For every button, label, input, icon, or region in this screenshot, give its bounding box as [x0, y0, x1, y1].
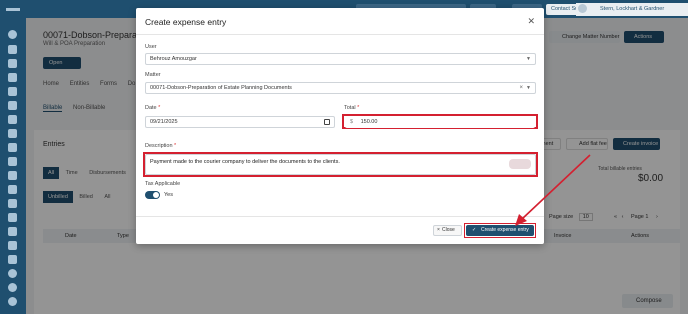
tax-value: Yes	[164, 192, 173, 198]
files-icon[interactable]	[8, 241, 17, 250]
date-label: Date *	[145, 105, 161, 111]
create-expense-entry-button[interactable]: ✓ Create expense entry	[466, 225, 534, 236]
tax-toggle[interactable]	[145, 191, 160, 199]
calendar-icon[interactable]	[324, 119, 330, 125]
chart-icon[interactable]	[8, 255, 17, 264]
total-input[interactable]: $ 150.00	[345, 116, 535, 128]
total-label: Total *	[344, 105, 360, 111]
left-sidebar	[0, 0, 26, 314]
document-icon[interactable]	[8, 143, 17, 152]
home-icon[interactable]	[8, 30, 17, 39]
table-icon[interactable]	[8, 129, 17, 138]
date-input[interactable]: 09/21/2025	[145, 116, 335, 128]
calendar-icon[interactable]	[8, 101, 17, 110]
description-textarea[interactable]: Payment made to the courier company to d…	[145, 154, 536, 175]
close-button[interactable]: × Close	[433, 225, 462, 236]
tax-label: Tax Applicable	[145, 181, 181, 187]
user-circle-icon[interactable]	[8, 269, 17, 278]
file-icon[interactable]	[8, 157, 17, 166]
redacted-blob	[509, 159, 531, 169]
firm-selector[interactable]: Stern, Lockhart & Gardner	[576, 3, 688, 16]
settings-icon[interactable]	[8, 283, 17, 292]
matter-label: Matter	[145, 72, 161, 78]
menu-icon[interactable]	[6, 8, 20, 11]
house-icon[interactable]	[8, 87, 17, 96]
help-icon[interactable]	[8, 297, 17, 306]
check-icon: ✓	[472, 227, 477, 233]
create-expense-modal: Create expense entry ✕ User Behrouz Amou…	[136, 8, 544, 244]
chevron-down-icon: ▼	[526, 56, 531, 62]
transfer-icon[interactable]	[8, 199, 17, 208]
divider	[136, 216, 544, 217]
money-icon[interactable]	[8, 227, 17, 236]
clear-icon[interactable]: ×	[519, 83, 523, 93]
avatar	[578, 4, 587, 13]
checklist-icon[interactable]	[8, 115, 17, 124]
modal-title: Create expense entry	[145, 17, 227, 27]
divider	[136, 34, 544, 35]
matter-select[interactable]: 00071-Dobson-Preparation of Estate Plann…	[145, 82, 536, 94]
arrow-left-icon[interactable]	[8, 185, 17, 194]
description-label: Description *	[145, 143, 177, 149]
user-select[interactable]: Behrouz Amouzgar ▼	[145, 53, 536, 65]
folder-icon[interactable]	[8, 73, 17, 82]
arrow-right-icon[interactable]	[8, 171, 17, 180]
list-icon[interactable]	[8, 213, 17, 222]
person-icon[interactable]	[8, 59, 17, 68]
close-icon[interactable]: ✕	[527, 17, 535, 26]
close-icon: ×	[437, 227, 440, 233]
chevron-down-icon: ▼	[526, 85, 531, 91]
contacts-icon[interactable]	[8, 45, 17, 54]
user-label: User	[145, 44, 157, 50]
